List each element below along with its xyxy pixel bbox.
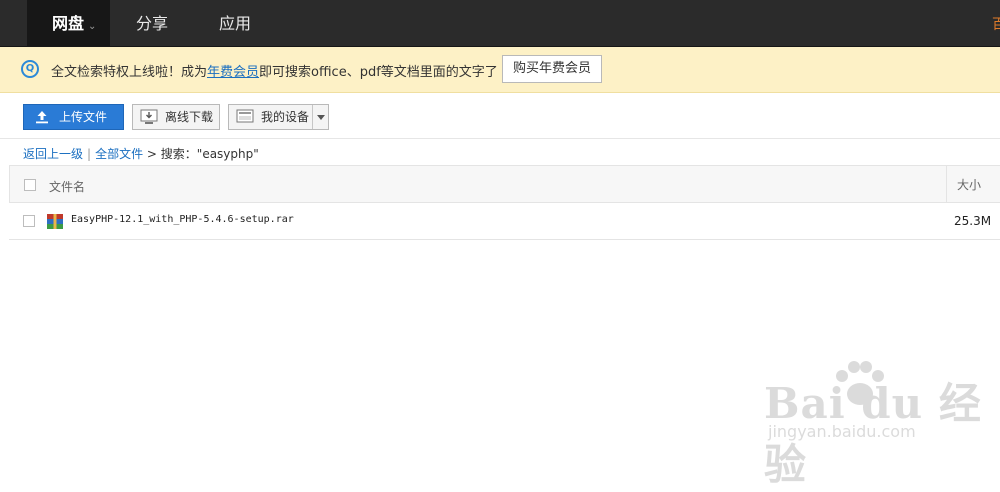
baidu-jingyan-watermark: Bai du 经验 jingyan.baidu.com (760, 358, 992, 489)
upload-button[interactable]: 上传文件 (23, 104, 124, 130)
vip-link[interactable]: 年费会员 (207, 65, 259, 80)
top-navigation: 网盘 ⌄ 分享 应用 百 (0, 0, 1000, 47)
buy-vip-button[interactable]: 购买年费会员 (502, 55, 602, 83)
search-query-text: 搜索："easyphp" (160, 147, 259, 161)
caret-down-icon[interactable] (317, 115, 325, 120)
nav-tab-apps[interactable]: 应用 (219, 0, 251, 47)
offline-download-label: 离线下载 (165, 110, 214, 124)
breadcrumb-separator: | (87, 147, 92, 161)
toolbar: 上传文件 离线下载 我的设备 (0, 93, 1000, 139)
breadcrumb-arrow: > (146, 147, 157, 161)
my-device-button[interactable]: 我的设备 (228, 104, 329, 130)
file-table-header: 文件名 大小 (9, 165, 1000, 203)
all-files-link[interactable]: 全部文件 (95, 147, 143, 161)
column-header-size[interactable]: 大小 (946, 166, 1000, 202)
table-row[interactable]: EasyPHP-12.1_with_PHP-5.4.6-setup.rar 25… (9, 203, 1000, 240)
upload-button-label: 上传文件 (59, 110, 108, 124)
nav-edge-text: 百 (992, 17, 1000, 32)
row-checkbox[interactable] (23, 215, 35, 227)
notice-text: 全文检索特权上线啦！成为年费会员即可搜索office、pdf等文档里面的文字了 (51, 61, 498, 80)
upload-icon (36, 111, 48, 124)
breadcrumb: 返回上一级 | 全部文件 > 搜索："easyphp" (23, 145, 259, 162)
column-header-name[interactable]: 文件名 (49, 178, 85, 195)
search-circle-icon: Q (21, 60, 39, 78)
my-device-label: 我的设备 (261, 110, 310, 124)
nav-tab-label: 网盘 (52, 14, 85, 33)
back-link[interactable]: 返回上一级 (23, 147, 83, 161)
rar-archive-icon (47, 214, 63, 229)
button-divider (312, 105, 313, 129)
nav-tab-netdisk[interactable]: 网盘 ⌄ (27, 0, 110, 47)
notice-text-after: 即可搜索office、pdf等文档里面的文字了 (259, 65, 498, 80)
file-size: 25.3M (954, 214, 992, 228)
notice-text-before: 全文检索特权上线啦！成为 (51, 65, 208, 80)
notice-bar: Q 全文检索特权上线啦！成为年费会员即可搜索office、pdf等文档里面的文字… (0, 47, 1000, 93)
device-icon (236, 109, 254, 123)
offline-download-button[interactable]: 离线下载 (132, 104, 220, 130)
nav-tab-share[interactable]: 分享 (136, 0, 168, 47)
file-name-link[interactable]: EasyPHP-12.1_with_PHP-5.4.6-setup.rar (71, 214, 294, 225)
chevron-down-icon: ⌄ (88, 21, 97, 32)
nav-tab-label: 应用 (219, 14, 252, 33)
offline-download-icon (140, 109, 158, 124)
select-all-checkbox[interactable] (24, 179, 36, 191)
nav-tab-label: 分享 (136, 14, 169, 33)
watermark-url: jingyan.baidu.com (768, 422, 916, 441)
